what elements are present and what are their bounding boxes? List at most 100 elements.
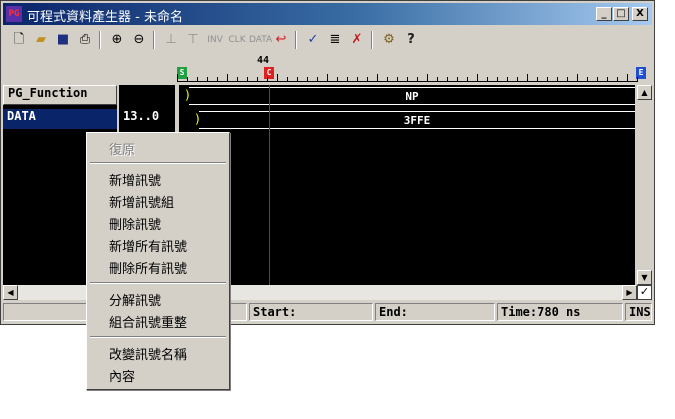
menu-item-delete-all-signals[interactable]: 刪除所有訊號	[109, 258, 187, 277]
menu-separator	[90, 336, 226, 338]
maximize-button[interactable]: □	[613, 7, 629, 21]
cursor-value: 44	[257, 55, 270, 66]
menu-item-undo[interactable]: 復原	[109, 139, 135, 158]
context-menu: 復原 新增訊號 新增訊號組 刪除訊號 新增所有訊號 刪除所有訊號 分解訊號 組合…	[86, 132, 230, 390]
settings-icon[interactable]: ⚙	[379, 30, 399, 50]
ruler-tick	[187, 77, 188, 82]
list-icon[interactable]: ≣	[325, 30, 345, 50]
ruler-tick	[637, 77, 638, 82]
ruler-tick	[537, 77, 538, 82]
signal-name-data[interactable]: DATA	[3, 109, 117, 129]
save-icon[interactable]: ■	[53, 30, 73, 50]
toolbar-separator	[295, 31, 297, 49]
scroll-down-button[interactable]: ▼	[637, 270, 652, 285]
ruler-tick	[357, 77, 358, 82]
time-ruler[interactable]: S 44 C E	[177, 55, 649, 85]
time-cursor-line[interactable]	[269, 85, 270, 285]
ruler-tick	[177, 74, 178, 82]
toolbar-separator	[99, 31, 101, 49]
zoom-in-icon[interactable]: ⊕	[107, 30, 127, 50]
toolbar-separator	[153, 31, 155, 49]
ruler-tick	[487, 77, 488, 82]
app-logo-icon: PG	[6, 6, 22, 22]
menu-item-add-signal-group[interactable]: 新增訊號組	[109, 192, 174, 211]
ruler-tick	[307, 77, 308, 82]
ruler-tick	[617, 77, 618, 82]
ruler-tick	[517, 77, 518, 82]
menu-item-add-signal[interactable]: 新增訊號	[109, 170, 161, 189]
ruler-tick	[627, 74, 628, 82]
toolbar: 🗋 ▰ ■ ⎙ ⊕ ⊖ ⊥ ⊤ INV CLK DATA ↩ ✓ ≣ ✗ ⚙ ?	[3, 27, 652, 53]
ruler-tick	[417, 77, 418, 82]
ruler-tick	[247, 77, 248, 82]
zoom-out-icon[interactable]: ⊖	[129, 30, 149, 50]
ruler-tick	[367, 77, 368, 82]
ruler-tick	[407, 77, 408, 82]
status-start: Start:	[249, 303, 373, 321]
ruler-tick	[217, 77, 218, 82]
menu-separator	[90, 282, 226, 284]
menu-item-split-signal[interactable]: 分解訊號	[109, 290, 161, 309]
scroll-left-button[interactable]: ◀	[3, 285, 18, 300]
ruler-tick	[507, 77, 508, 82]
status-end: End:	[375, 303, 495, 321]
function-header[interactable]: PG_Function	[3, 85, 117, 105]
ruler-tick	[227, 74, 228, 82]
start-marker[interactable]: S	[177, 67, 187, 79]
check-icon[interactable]: ✓	[303, 30, 323, 50]
open-folder-icon[interactable]: ▰	[31, 30, 51, 50]
ruler-tick	[527, 74, 528, 82]
ruler-tick	[557, 77, 558, 82]
ruler-tick	[397, 77, 398, 82]
close-button[interactable]: X	[632, 7, 648, 21]
ruler-tick	[597, 77, 598, 82]
clock-icon[interactable]: CLK	[227, 30, 247, 50]
ruler-tick	[457, 77, 458, 82]
scroll-right-button[interactable]: ▶	[622, 285, 637, 300]
undo-curve-icon[interactable]: ↩	[271, 30, 291, 50]
status-time: Time:780 ns	[497, 303, 623, 321]
ruler-tick	[337, 77, 338, 82]
menu-item-delete-signal[interactable]: 刪除訊號	[109, 214, 161, 233]
menu-item-properties[interactable]: 內容	[109, 366, 135, 385]
vertical-scrollbar[interactable]: ▲ ▼	[637, 85, 652, 285]
data-bus[interactable]: 3FFE	[199, 111, 635, 129]
invert-icon[interactable]: INV	[205, 30, 225, 50]
ruler-tick	[577, 74, 578, 82]
window-title: 可程式資料產生器 - 未命名	[27, 10, 183, 25]
option-checkbox[interactable]: ✓	[637, 285, 652, 300]
waveform-area[interactable]: ) NP ) 3FFE	[179, 85, 635, 285]
function-bus[interactable]: NP	[189, 87, 635, 105]
ruler-tick	[567, 77, 568, 82]
scroll-up-button[interactable]: ▲	[637, 85, 652, 100]
ruler-tick	[387, 77, 388, 82]
menu-item-combine-signal[interactable]: 組合訊號重整	[109, 312, 187, 331]
ruler-tick	[347, 77, 348, 82]
ruler-tick	[447, 77, 448, 82]
status-mode: INS	[625, 303, 652, 321]
ruler-tick	[327, 74, 328, 82]
menu-item-add-all-signals[interactable]: 新增所有訊號	[109, 236, 187, 255]
ruler-tick	[207, 77, 208, 82]
clear-icon[interactable]: ✗	[347, 30, 367, 50]
ruler-tick	[287, 77, 288, 82]
print-icon[interactable]: ⎙	[75, 30, 95, 50]
ruler-tick	[437, 77, 438, 82]
ruler-tick	[267, 77, 268, 82]
ruler-tick	[277, 74, 278, 82]
title-bar[interactable]: PG 可程式資料產生器 - 未命名 _ □ X	[3, 3, 652, 25]
help-icon[interactable]: ?	[401, 30, 421, 50]
data-icon[interactable]: DATA	[249, 30, 272, 50]
high-pulse-icon[interactable]: ⊥	[161, 30, 181, 50]
ruler-tick	[297, 77, 298, 82]
signal-bits-data[interactable]: 13..0	[119, 109, 175, 129]
cursor-marker[interactable]: C	[264, 67, 274, 79]
ruler-tick	[547, 77, 548, 82]
toolbar-separator	[371, 31, 373, 49]
ruler-tick	[257, 77, 258, 82]
minimize-button[interactable]: _	[596, 7, 612, 21]
new-file-icon[interactable]: 🗋	[9, 30, 29, 50]
menu-separator	[90, 162, 226, 164]
low-pulse-icon[interactable]: ⊤	[183, 30, 203, 50]
menu-item-rename-signal[interactable]: 改變訊號名稱	[109, 344, 187, 363]
